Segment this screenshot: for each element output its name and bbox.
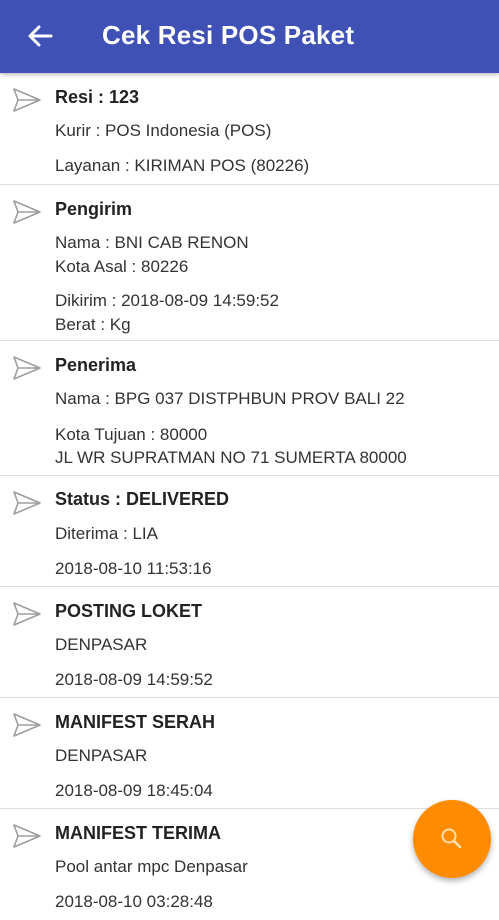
service-text: Layanan : KIRIMAN POS (80226) bbox=[55, 156, 310, 175]
event-title: MANIFEST SERAH bbox=[55, 712, 216, 732]
card-title: Penerima bbox=[55, 355, 137, 375]
send-icon bbox=[13, 356, 41, 380]
destination-city-text: Kota Tujuan : 80000 bbox=[55, 425, 208, 444]
send-icon bbox=[13, 713, 41, 737]
receiver-card: Penerima Nama : BPG 037 DISTPHBUN PROV B… bbox=[0, 341, 499, 476]
sender-card: Pengirim Nama : BNI CAB RENON Kota Asal … bbox=[0, 185, 499, 341]
event-date: 2018-08-09 18:45:04 bbox=[55, 781, 213, 800]
send-icon bbox=[13, 491, 41, 515]
page-title: Cek Resi POS Paket bbox=[102, 20, 355, 50]
history-item: MANIFEST SERAH DENPASAR 2018-08-09 18:45… bbox=[0, 698, 499, 809]
address-text: JL WR SUPRATMAN NO 71 SUMERTA 80000 bbox=[55, 448, 407, 467]
event-location: Pool antar mpc Denpasar bbox=[55, 857, 248, 876]
send-icon bbox=[13, 200, 41, 224]
event-title: POSTING LOKET bbox=[55, 601, 203, 621]
received-date-text: 2018-08-10 11:53:16 bbox=[55, 559, 212, 578]
received-by-text: Diterima : LIA bbox=[55, 524, 158, 543]
event-title: MANIFEST TERIMA bbox=[55, 823, 221, 843]
card-title: Resi : 123 bbox=[55, 87, 140, 107]
sender-name-text: Nama : BNI CAB RENON bbox=[55, 233, 249, 252]
tracking-list[interactable]: Resi : 123 Kurir : POS Indonesia (POS) L… bbox=[0, 73, 499, 920]
event-date: 2018-08-09 14:59:52 bbox=[55, 670, 213, 689]
weight-text: Berat : Kg bbox=[55, 315, 131, 334]
courier-text: Kurir : POS Indonesia (POS) bbox=[55, 121, 272, 140]
status-card: Status : DELIVERED Diterima : LIA 2018-0… bbox=[0, 476, 499, 587]
app-bar: Cek Resi POS Paket bbox=[0, 0, 499, 73]
arrow-left-icon bbox=[28, 25, 53, 47]
sent-date-text: Dikirim : 2018-08-09 14:59:52 bbox=[55, 291, 279, 310]
event-location: DENPASAR bbox=[55, 635, 148, 654]
search-icon bbox=[441, 828, 462, 849]
history-item: POSTING LOKET DENPASAR 2018-08-09 14:59:… bbox=[0, 587, 499, 698]
receiver-name-text: Nama : BPG 037 DISTPHBUN PROV BALI 22 bbox=[55, 389, 405, 408]
event-date: 2018-08-10 03:28:48 bbox=[55, 892, 213, 911]
search-fab-button[interactable] bbox=[413, 800, 491, 878]
event-location: DENPASAR bbox=[55, 746, 148, 765]
back-button[interactable] bbox=[22, 18, 58, 54]
origin-city-text: Kota Asal : 80226 bbox=[55, 257, 189, 276]
status-title: Status : DELIVERED bbox=[55, 489, 230, 509]
send-icon bbox=[13, 88, 41, 112]
send-icon bbox=[13, 602, 41, 626]
card-title: Pengirim bbox=[55, 199, 133, 219]
resi-card: Resi : 123 Kurir : POS Indonesia (POS) L… bbox=[0, 73, 499, 185]
send-icon bbox=[13, 824, 41, 848]
